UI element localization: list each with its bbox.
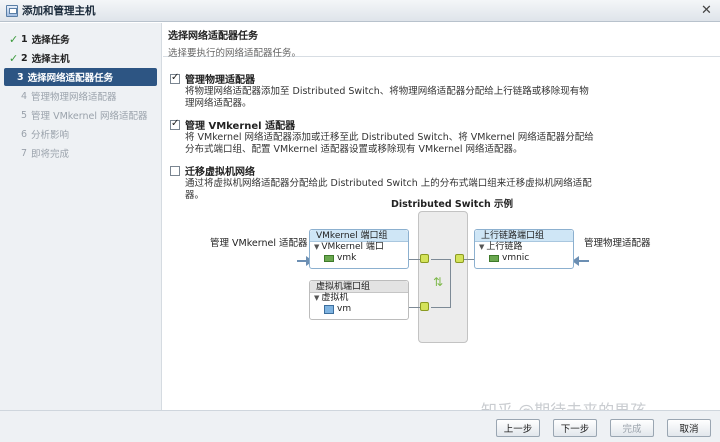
cancel-button[interactable]: 取消: [667, 419, 711, 437]
option-migrate-vm-network: 迁移虚拟机网络 通过将虚拟机网络适配器分配给此 Distributed Swit…: [170, 163, 595, 202]
option-physical-adapters: 管理物理适配器 将物理网络适配器添加至 Distributed Switch、将…: [170, 71, 595, 110]
title-bar: 添加和管理主机 ✕: [0, 0, 720, 22]
option-vmkernel-adapters: 管理 VMkernel 适配器 将 VMkernel 网络适配器添加或迁移至此 …: [170, 117, 595, 156]
step-label: 选择网络适配器任务: [27, 73, 114, 84]
step-1[interactable]: ✓ 1 选择任务: [4, 30, 157, 48]
page-header: 选择网络适配器任务 选择要执行的网络适配器任务。: [163, 23, 720, 59]
vm-port-group: 虚拟机端口组 ▼ 虚拟机 vm: [309, 280, 409, 320]
page-subtitle: 选择要执行的网络适配器任务。: [168, 48, 302, 59]
migrate-vm-network-checkbox[interactable]: [170, 165, 180, 176]
wizard-footer: 上一步 下一步 完成 取消: [0, 410, 720, 442]
expand-triangle-icon: ▼: [314, 294, 320, 302]
uplink-port-icon: [455, 254, 464, 263]
main-panel: 选择网络适配器任务 选择要执行的网络适配器任务。 管理物理适配器 将物理网络适配…: [163, 23, 720, 420]
step-2[interactable]: ✓ 2 选择主机: [4, 49, 157, 67]
arrow-line: [579, 260, 589, 262]
next-button[interactable]: 下一步: [553, 419, 597, 437]
uplink-port-group: 上行链路端口组 ▼ 上行链路 vmnic: [474, 229, 574, 269]
step-4: 4 管理物理网络适配器: [21, 90, 117, 104]
option-description: 将 VMkernel 网络适配器添加或迁移至此 Distributed Swit…: [185, 132, 594, 155]
vmk-nic-icon: [324, 255, 334, 262]
expand-triangle-icon: ▼: [314, 243, 320, 251]
vmkernel-port-group: VMkernel 端口组 ▼ VMkernel 端口 vmk: [309, 229, 409, 269]
option-description: 通过将虚拟机网络适配器分配给此 Distributed Switch 上的分布式…: [185, 178, 592, 201]
page-title: 选择网络适配器任务: [168, 31, 258, 42]
diagram-title: Distributed Switch 示例: [391, 199, 514, 210]
bidirectional-arrow-icon: ⇅: [433, 275, 444, 289]
vmnic-icon: [489, 255, 499, 262]
option-description: 将物理网络适配器添加至 Distributed Switch、将物理网络适配器分…: [185, 86, 589, 109]
wizard-steps: ✓ 1 选择任务 ✓ 2 选择主机 3 选择网络适配器任务 4 管理物理网络适配…: [0, 23, 162, 410]
step-label: 管理 VMkernel 网络适配器: [31, 111, 148, 122]
host-icon: [6, 4, 18, 17]
step-5: 5 管理 VMkernel 网络适配器: [21, 109, 148, 123]
diagram-left-label: 管理 VMkernel 适配器: [210, 238, 308, 249]
step-label: 分析影响: [31, 130, 70, 141]
connector-line: [450, 259, 451, 307]
check-icon: ✓: [9, 32, 19, 46]
window-title: 添加和管理主机: [22, 5, 96, 17]
check-icon: ✓: [9, 51, 19, 65]
close-icon[interactable]: ✕: [699, 3, 714, 18]
diagram-right-label: 管理物理适配器: [584, 238, 651, 249]
expand-triangle-icon: ▼: [479, 243, 485, 251]
connector-line: [431, 307, 451, 308]
back-button[interactable]: 上一步: [496, 419, 540, 437]
step-label: 即将完成: [31, 149, 70, 160]
connector-line: [431, 259, 451, 260]
step-label: 管理物理网络适配器: [31, 92, 117, 103]
step-label: 选择主机: [31, 54, 70, 65]
vm-icon: [324, 305, 334, 314]
physical-adapters-checkbox[interactable]: [170, 72, 180, 84]
switch-port-icon: [420, 302, 429, 311]
finish-button[interactable]: 完成: [610, 419, 654, 437]
step-label: 选择任务: [31, 35, 70, 46]
vmkernel-adapters-checkbox[interactable]: [170, 118, 180, 130]
step-7: 7 即将完成: [21, 147, 70, 161]
step-3[interactable]: 3 选择网络适配器任务: [4, 68, 157, 86]
step-6: 6 分析影响: [21, 128, 70, 142]
switch-port-icon: [420, 254, 429, 263]
